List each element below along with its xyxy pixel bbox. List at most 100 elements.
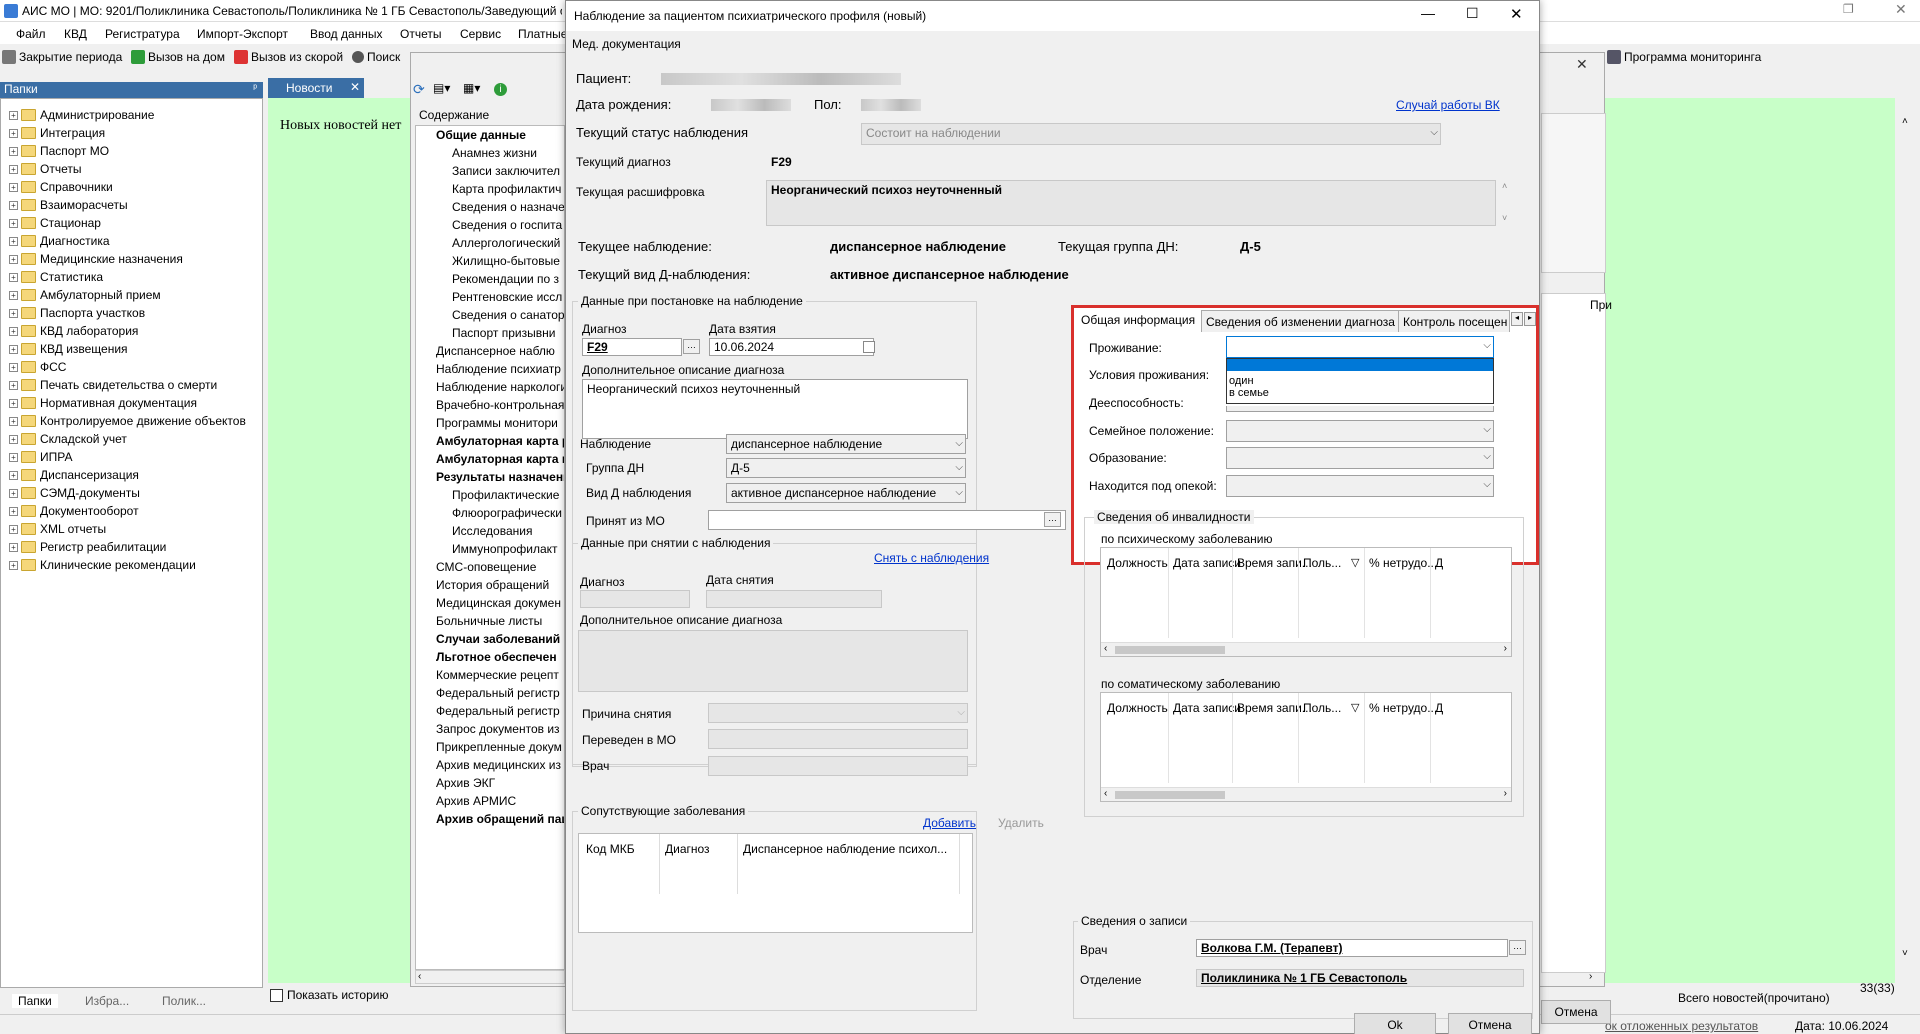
refresh-icon[interactable]: ⟳	[413, 81, 425, 98]
contents-item[interactable]: Архив ЭКГ	[436, 776, 564, 790]
filter-icon[interactable]: ▽	[1351, 556, 1359, 569]
expand-icon[interactable]: +	[9, 380, 18, 390]
expand-icon[interactable]: +	[9, 164, 18, 174]
info-icon[interactable]: i	[494, 83, 507, 96]
folder-item[interactable]: + Медицинские назначения	[9, 252, 183, 266]
tab-folders[interactable]: Папки	[12, 994, 58, 1008]
contents-item[interactable]: Сведения о санатор	[452, 308, 564, 322]
psych-disability-grid[interactable]: Должность Дата записи Время запи... Поль...…	[1100, 547, 1512, 657]
expand-icon[interactable]: +	[9, 128, 18, 138]
dialog-maximize-icon[interactable]: ☐	[1466, 5, 1479, 22]
contents-item[interactable]: Федеральный регистр	[436, 704, 564, 718]
contents-item[interactable]: Прикрепленные докум	[436, 740, 564, 754]
scroll-left-icon[interactable]: ‹	[1104, 643, 1107, 654]
contents-item[interactable]: Записи заключител	[452, 164, 564, 178]
contents-item[interactable]: Общие данные	[436, 128, 564, 142]
folder-item[interactable]: + СЭМД-документы	[9, 486, 140, 500]
folder-item[interactable]: + Администрирование	[9, 108, 154, 122]
tab-favorites[interactable]: Избра...	[85, 994, 129, 1008]
expand-icon[interactable]: +	[9, 506, 18, 516]
reg-desc-input[interactable]: Неорганический психоз неуточненный	[582, 379, 968, 439]
expand-icon[interactable]: +	[9, 308, 18, 318]
expand-icon[interactable]: +	[9, 524, 18, 534]
contents-item[interactable]: Коммерческие рецепт	[436, 668, 564, 682]
grid-hscroll[interactable]: ‹ ›	[1101, 642, 1511, 656]
folder-item[interactable]: + КВД извещения	[9, 342, 128, 356]
status-deferred-link[interactable]: ок отложенных результатов	[1605, 1019, 1758, 1033]
ok-button[interactable]: Ok	[1354, 1013, 1436, 1034]
cancel-button-behind[interactable]: Отмена	[1541, 1000, 1611, 1024]
folder-item[interactable]: + Взаиморасчеты	[9, 198, 128, 212]
expand-icon[interactable]: +	[9, 488, 18, 498]
decode-scroll-down-icon[interactable]: ˅	[1502, 213, 1507, 223]
reg-obs-combo[interactable]: диспансерное наблюдение ⌵	[726, 434, 966, 454]
tab-diagnosis-changes[interactable]: Сведения об изменении диагноза	[1201, 310, 1400, 332]
close-period-button[interactable]: Закрытие периода	[2, 50, 122, 64]
capacity-combo[interactable]	[1226, 406, 1494, 412]
dialog-menu-med-docs[interactable]: Мед. документация	[572, 37, 681, 51]
reg-from-input[interactable]	[708, 510, 1066, 530]
dialog-minimize-icon[interactable]: —	[1421, 5, 1435, 21]
contents-item[interactable]: Льготное обеспечен	[436, 650, 564, 664]
folder-item[interactable]: + Контролируемое движение объектов	[9, 414, 246, 428]
contents-item[interactable]: Амбулаторная карта в	[436, 452, 564, 466]
menu-import-export[interactable]: Импорт-Экспорт	[197, 27, 288, 41]
folder-item[interactable]: + Справочники	[9, 180, 113, 194]
news-tab[interactable]: Новости ✕	[268, 78, 364, 98]
contents-item[interactable]: СМС-оповещение	[436, 560, 564, 574]
expand-icon[interactable]: +	[9, 470, 18, 480]
pin-icon[interactable]: ᵖ	[253, 83, 257, 94]
contents-item[interactable]: Наблюдение психиатр	[436, 362, 564, 376]
scroll-down-icon[interactable]: ˅	[1902, 948, 1908, 959]
folder-item[interactable]: + Паспорт МО	[9, 144, 109, 158]
folder-item[interactable]: + Печать свидетельства о смерти	[9, 378, 217, 392]
menu-paid[interactable]: Платные	[518, 27, 567, 41]
main-restore-icon[interactable]: ❐	[1843, 2, 1854, 16]
scroll-right-icon[interactable]: ›	[1504, 788, 1507, 799]
folder-item[interactable]: + Диспансеризация	[9, 468, 139, 482]
expand-icon[interactable]: +	[9, 290, 18, 300]
vk-case-link[interactable]: Случай работы ВК	[1396, 98, 1500, 112]
expand-icon[interactable]: +	[9, 254, 18, 264]
folder-item[interactable]: + Складской учет	[9, 432, 127, 446]
dialog-close-icon[interactable]: ✕	[1510, 5, 1523, 23]
menu-service[interactable]: Сервис	[460, 27, 501, 41]
contents-item[interactable]: Сведения о назначе	[452, 200, 564, 214]
expand-icon[interactable]: +	[9, 344, 18, 354]
contents-item[interactable]: История обращений	[436, 578, 564, 592]
layout-icon[interactable]: ▦▾	[463, 81, 480, 95]
expand-icon[interactable]: +	[9, 452, 18, 462]
contents-item[interactable]: Рекомендации по з	[452, 272, 564, 286]
contents-item[interactable]: Карта профилактич	[452, 182, 564, 196]
folder-item[interactable]: + Паспорта участков	[9, 306, 145, 320]
contents-hscroll[interactable]: ‹	[415, 970, 565, 984]
comorbid-grid[interactable]: Код МКБ Диагноз Диспансерное наблюдение …	[578, 833, 973, 933]
reg-type-combo[interactable]: активное диспансерное наблюдение ⌵	[726, 483, 966, 503]
folder-item[interactable]: + Стационар	[9, 216, 101, 230]
contents-item[interactable]: Результаты назначени	[436, 470, 564, 484]
expand-icon[interactable]: +	[9, 272, 18, 282]
tab-general-info[interactable]: Общая информация	[1076, 308, 1201, 330]
monitoring-button[interactable]: Программа мониторинга	[1607, 50, 1761, 64]
contents-item[interactable]: Наблюдение наркологи	[436, 380, 564, 394]
record-doctor-picker-button[interactable]: …	[1509, 940, 1526, 955]
expand-icon[interactable]: +	[9, 398, 18, 408]
contents-item[interactable]: Паспорт призывни	[452, 326, 564, 340]
tab-scroll-left-icon[interactable]: ◂	[1511, 312, 1523, 326]
somatic-disability-grid[interactable]: Должность Дата записи Время запи... Поль...…	[1100, 692, 1512, 802]
contents-item[interactable]: Запрос документов из	[436, 722, 564, 736]
folder-item[interactable]: + Статистика	[9, 270, 103, 284]
folder-item[interactable]: + Клинические рекомендации	[9, 558, 196, 572]
contents-item[interactable]: Профилактические	[452, 488, 564, 502]
folder-item[interactable]: + Амбулаторный прием	[9, 288, 161, 302]
menu-data-entry[interactable]: Ввод данных	[310, 27, 383, 41]
folder-item[interactable]: + Диагностика	[9, 234, 110, 248]
contents-item[interactable]: Врачебно-контрольная	[436, 398, 564, 412]
expand-icon[interactable]: +	[9, 560, 18, 570]
marital-combo[interactable]: ⌵	[1226, 420, 1494, 442]
expand-icon[interactable]: +	[9, 146, 18, 156]
contents-item[interactable]: Архив медицинских из	[436, 758, 564, 772]
menu-registry[interactable]: Регистратура	[105, 27, 180, 41]
main-close-icon[interactable]: ✕	[1895, 1, 1907, 18]
living-combo[interactable]: ⌵	[1226, 336, 1494, 358]
